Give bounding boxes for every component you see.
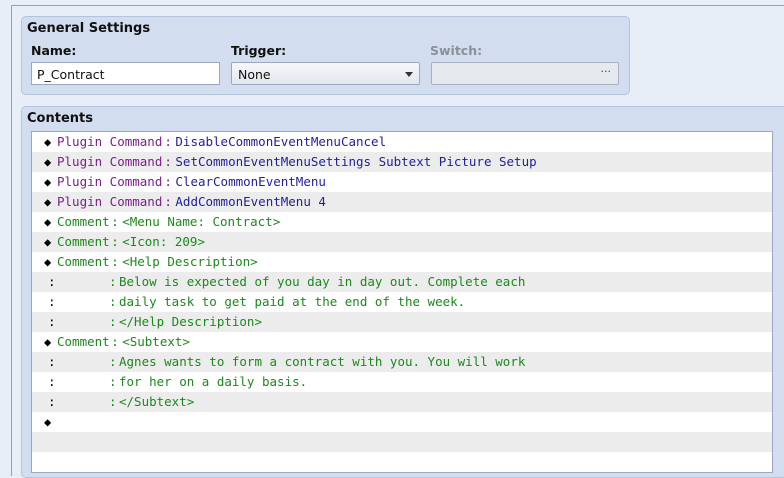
diamond-icon: ◆ bbox=[44, 155, 52, 169]
continuation-separator: : bbox=[109, 354, 117, 369]
command-separator: : bbox=[164, 134, 172, 149]
continuation-marker: : bbox=[48, 354, 56, 369]
command-separator: : bbox=[111, 334, 119, 349]
diamond-icon: ◆ bbox=[44, 175, 52, 189]
command-name: Comment bbox=[57, 234, 110, 249]
diamond-icon: ◆ bbox=[44, 135, 52, 149]
command-argument: <Help Description> bbox=[122, 254, 258, 269]
continuation-text: </Subtext> bbox=[119, 394, 195, 409]
ellipsis-icon: ··· bbox=[600, 65, 612, 78]
command-row[interactable]: :: </Help Description> bbox=[32, 312, 772, 332]
continuation-separator: : bbox=[109, 374, 117, 389]
command-separator: : bbox=[111, 214, 119, 229]
command-row[interactable]: ◆ Plugin Command: ClearCommonEventMenu bbox=[32, 172, 772, 192]
diamond-icon: ◆ bbox=[44, 415, 52, 429]
command-row[interactable]: ◆ Plugin Command: SetCommonEventMenuSettin… bbox=[32, 152, 772, 172]
switch-label: Switch: bbox=[430, 43, 483, 58]
diamond-icon: ◆ bbox=[44, 235, 52, 249]
diamond-icon: ◆ bbox=[44, 255, 52, 269]
command-name: Comment bbox=[57, 254, 110, 269]
command-argument: <Subtext> bbox=[122, 334, 190, 349]
contents-title: Contents bbox=[27, 111, 93, 126]
continuation-text: </Help Description> bbox=[119, 314, 262, 329]
continuation-text: for her on a daily basis. bbox=[119, 374, 308, 389]
trigger-label: Trigger: bbox=[231, 43, 287, 58]
continuation-separator: : bbox=[109, 394, 117, 409]
command-row[interactable] bbox=[32, 432, 772, 452]
continuation-separator: : bbox=[109, 274, 117, 289]
command-row[interactable]: :: Below is expected of you day in day ou… bbox=[32, 272, 772, 292]
command-row[interactable]: ◆ Comment: <Help Description> bbox=[32, 252, 772, 272]
command-separator: : bbox=[164, 174, 172, 189]
command-argument: <Menu Name: Contract> bbox=[122, 214, 281, 229]
command-row[interactable]: :: for her on a daily basis. bbox=[32, 372, 772, 392]
command-separator: : bbox=[111, 254, 119, 269]
chevron-down-icon bbox=[405, 72, 413, 77]
diamond-icon: ◆ bbox=[44, 215, 52, 229]
command-argument: AddCommonEventMenu 4 bbox=[175, 194, 326, 209]
command-name: Plugin Command bbox=[57, 134, 163, 149]
command-row[interactable]: ◆ Comment: <Subtext> bbox=[32, 332, 772, 352]
command-separator: : bbox=[111, 234, 119, 249]
command-name: Plugin Command bbox=[57, 154, 163, 169]
continuation-separator: : bbox=[109, 294, 117, 309]
command-argument: SetCommonEventMenuSettings Subtext Pictu… bbox=[175, 154, 537, 169]
contents-panel: Contents ◆ Plugin Command: DisableCommonEv… bbox=[21, 106, 784, 478]
command-row[interactable]: ◆ Plugin Command: DisableCommonEventMenuCa… bbox=[32, 132, 772, 152]
continuation-text: daily task to get paid at the end of the… bbox=[119, 294, 466, 309]
trigger-select[interactable]: None bbox=[231, 62, 420, 85]
diamond-icon: ◆ bbox=[44, 195, 52, 209]
command-argument: DisableCommonEventMenuCancel bbox=[175, 134, 387, 149]
command-name: Comment bbox=[57, 334, 110, 349]
command-row[interactable]: :: daily task to get paid at the end of t… bbox=[32, 292, 772, 312]
continuation-marker: : bbox=[48, 274, 56, 289]
general-settings-title: General Settings bbox=[27, 21, 151, 36]
name-input-value: P_Contract bbox=[37, 67, 105, 82]
command-separator: : bbox=[164, 194, 172, 209]
command-name: Plugin Command bbox=[57, 194, 163, 209]
trigger-select-value: None bbox=[238, 67, 271, 82]
command-row[interactable]: :: </Subtext> bbox=[32, 392, 772, 412]
name-input[interactable]: P_Contract bbox=[31, 62, 220, 85]
switch-selector[interactable]: ··· bbox=[431, 62, 619, 85]
continuation-separator: : bbox=[109, 314, 117, 329]
command-row[interactable]: ◆ bbox=[32, 412, 772, 432]
continuation-marker: : bbox=[48, 394, 56, 409]
command-row[interactable]: ◆ Plugin Command: AddCommonEventMenu 4 bbox=[32, 192, 772, 212]
command-separator: : bbox=[164, 154, 172, 169]
command-argument: ClearCommonEventMenu bbox=[175, 174, 326, 189]
event-command-list[interactable]: ◆ Plugin Command: DisableCommonEventMenuCa… bbox=[31, 131, 773, 473]
continuation-marker: : bbox=[48, 374, 56, 389]
continuation-text: Agnes wants to form a contract with you.… bbox=[119, 354, 526, 369]
name-label: Name: bbox=[31, 43, 77, 58]
command-row[interactable] bbox=[32, 452, 772, 472]
continuation-marker: : bbox=[48, 294, 56, 309]
continuation-marker: : bbox=[48, 314, 56, 329]
command-row[interactable]: ◆ Comment: <Menu Name: Contract> bbox=[32, 212, 772, 232]
command-name: Comment bbox=[57, 214, 110, 229]
command-name: Plugin Command bbox=[57, 174, 163, 189]
general-settings-panel: General Settings Name: P_Contract Trigge… bbox=[21, 16, 630, 95]
command-row[interactable]: ◆ Comment: <Icon: 209> bbox=[32, 232, 772, 252]
continuation-text: Below is expected of you day in day out.… bbox=[119, 274, 526, 289]
command-argument: <Icon: 209> bbox=[122, 234, 205, 249]
command-row[interactable]: :: Agnes wants to form a contract with yo… bbox=[32, 352, 772, 372]
diamond-icon: ◆ bbox=[44, 335, 52, 349]
